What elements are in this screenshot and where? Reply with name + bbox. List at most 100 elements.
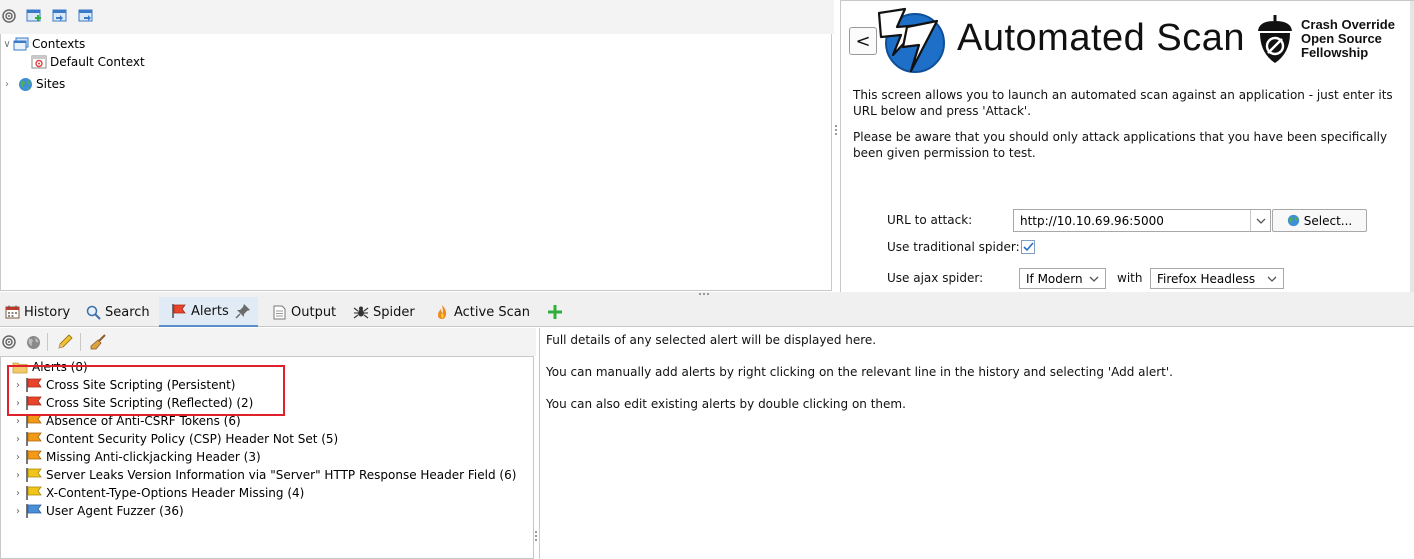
- default-context-icon: [31, 54, 47, 70]
- browser-select[interactable]: Firefox Headless: [1150, 268, 1284, 289]
- brand-line: Crash Override: [1301, 17, 1395, 32]
- details-text: You can also edit existing alerts by dou…: [546, 397, 906, 411]
- chevron-down-icon: [1267, 276, 1277, 282]
- tree-node-contexts[interactable]: ∨ Contexts: [1, 35, 85, 53]
- tab-label: History: [24, 304, 71, 320]
- flame-icon: [434, 304, 450, 320]
- toolbar-divider: [80, 333, 81, 351]
- chevron-right-icon[interactable]: ›: [11, 470, 25, 481]
- alert-item[interactable]: › Server Leaks Version Information via "…: [11, 466, 516, 484]
- alert-item[interactable]: › Missing Anti-clickjacking Header (3): [11, 448, 261, 466]
- alert-item[interactable]: › User Agent Fuzzer (36): [11, 502, 184, 520]
- back-button[interactable]: <: [849, 27, 877, 55]
- alert-label: Missing Anti-clickjacking Header (3): [46, 450, 261, 464]
- tab-label: Alerts: [191, 303, 229, 319]
- output-icon: [271, 304, 287, 320]
- brand-text: Crash Override Open Source Fellowship: [1301, 18, 1395, 60]
- chevron-down-icon[interactable]: [1250, 210, 1270, 231]
- tab-label: Search: [105, 304, 150, 320]
- pencil-icon[interactable]: [56, 333, 74, 351]
- chevron-down-icon[interactable]: ∨: [1, 39, 13, 50]
- sites-panel: ∨ Contexts Default Context › Sites: [0, 0, 834, 292]
- url-input[interactable]: http://10.10.69.96:5000: [1013, 209, 1271, 232]
- select-button[interactable]: Select...: [1272, 209, 1367, 232]
- zap-logo-icon: [877, 7, 945, 75]
- details-text: Full details of any selected alert will …: [546, 333, 877, 347]
- tree-node-label: Contexts: [32, 37, 86, 51]
- traditional-spider-checkbox[interactable]: [1021, 240, 1035, 254]
- search-icon: [85, 304, 101, 320]
- chevron-right-icon[interactable]: ›: [11, 434, 25, 445]
- traditional-spider-label: Use traditional spider:: [887, 240, 1020, 254]
- new-context-icon[interactable]: [25, 7, 43, 25]
- low-risk-flag-icon: [25, 485, 43, 501]
- globe-icon: [1287, 214, 1300, 227]
- import-context-icon[interactable]: [51, 7, 69, 25]
- alert-label: X-Content-Type-Options Header Missing (4…: [46, 486, 305, 500]
- acorn-logo-icon: [1255, 13, 1295, 65]
- alert-item[interactable]: › Content Security Policy (CSP) Header N…: [11, 430, 338, 448]
- export-context-icon[interactable]: [77, 7, 95, 25]
- chevron-right-icon[interactable]: ›: [11, 506, 25, 517]
- vertical-splitter-grip[interactable]: [835, 124, 838, 137]
- globe-icon: [17, 76, 33, 92]
- broom-icon[interactable]: [89, 333, 107, 351]
- ajax-spider-select[interactable]: If Modern: [1019, 268, 1106, 289]
- tree-node-label: Default Context: [50, 55, 145, 69]
- alert-flag-icon: [171, 303, 187, 319]
- scrollbar[interactable]: [1410, 1, 1414, 292]
- horizontal-splitter-grip[interactable]: [699, 293, 711, 296]
- url-value[interactable]: http://10.10.69.96:5000: [1014, 214, 1250, 228]
- alerts-toolbar: [0, 328, 536, 356]
- tree-node-default-context[interactable]: Default Context: [23, 53, 145, 71]
- ajax-spider-value: If Modern: [1026, 271, 1083, 286]
- browser-value: Firefox Headless: [1157, 271, 1256, 286]
- globe-filter-icon[interactable]: [24, 333, 42, 351]
- tab-alerts[interactable]: Alerts: [159, 297, 258, 327]
- chevron-right-icon[interactable]: ›: [11, 416, 25, 427]
- alert-label: Content Security Policy (CSP) Header Not…: [46, 432, 339, 446]
- spider-icon: [353, 304, 369, 320]
- intro-paragraph: This screen allows you to launch an auto…: [853, 88, 1393, 118]
- low-risk-flag-icon: [25, 467, 43, 483]
- alert-label: User Agent Fuzzer (36): [46, 504, 184, 518]
- alert-label: Server Leaks Version Information via "Se…: [46, 468, 517, 482]
- url-label: URL to attack:: [887, 213, 973, 227]
- ajax-spider-label: Use ajax spider:: [887, 271, 984, 285]
- with-label: with: [1117, 271, 1143, 285]
- tab-spider[interactable]: Spider: [353, 297, 421, 327]
- chevron-right-icon[interactable]: ›: [1, 79, 13, 90]
- info-flag-icon: [25, 503, 43, 519]
- tab-active-scan[interactable]: Active Scan: [434, 297, 536, 327]
- chevron-right-icon[interactable]: ›: [11, 488, 25, 499]
- toolbar-divider: [47, 333, 48, 351]
- highlight-box: [7, 365, 285, 416]
- brand-line: Open Source: [1301, 31, 1382, 46]
- alert-item[interactable]: › X-Content-Type-Options Header Missing …: [11, 484, 304, 502]
- tab-label: Active Scan: [454, 304, 530, 320]
- chevron-down-icon: [1089, 276, 1099, 282]
- sites-toolbar: [0, 0, 834, 34]
- vertical-splitter-grip[interactable]: [535, 530, 538, 543]
- alert-details-pane: Full details of any selected alert will …: [539, 328, 1414, 559]
- tab-search[interactable]: Search: [85, 297, 156, 327]
- sites-tree: ∨ Contexts Default Context › Sites: [0, 34, 832, 291]
- tab-label: Output: [291, 304, 337, 320]
- pin-icon[interactable]: [235, 303, 251, 319]
- medium-risk-flag-icon: [25, 449, 43, 465]
- tree-node-sites[interactable]: › Sites: [1, 75, 65, 93]
- contexts-icon: [13, 36, 29, 52]
- target-icon[interactable]: [0, 7, 18, 25]
- add-tab-button[interactable]: [548, 297, 562, 327]
- page-title: Automated Scan: [957, 17, 1245, 59]
- brand-line: Fellowship: [1301, 45, 1369, 60]
- automated-scan-panel: < Automated Scan Crash Override Open Sou…: [840, 0, 1414, 292]
- target-icon[interactable]: [0, 333, 18, 351]
- medium-risk-flag-icon: [25, 431, 43, 447]
- tab-output[interactable]: Output: [271, 297, 342, 327]
- plus-icon: [548, 305, 562, 319]
- tree-node-label: Sites: [36, 77, 66, 91]
- tab-history[interactable]: History: [4, 297, 76, 327]
- alert-label: Absence of Anti-CSRF Tokens (6): [46, 414, 241, 428]
- chevron-right-icon[interactable]: ›: [11, 452, 25, 463]
